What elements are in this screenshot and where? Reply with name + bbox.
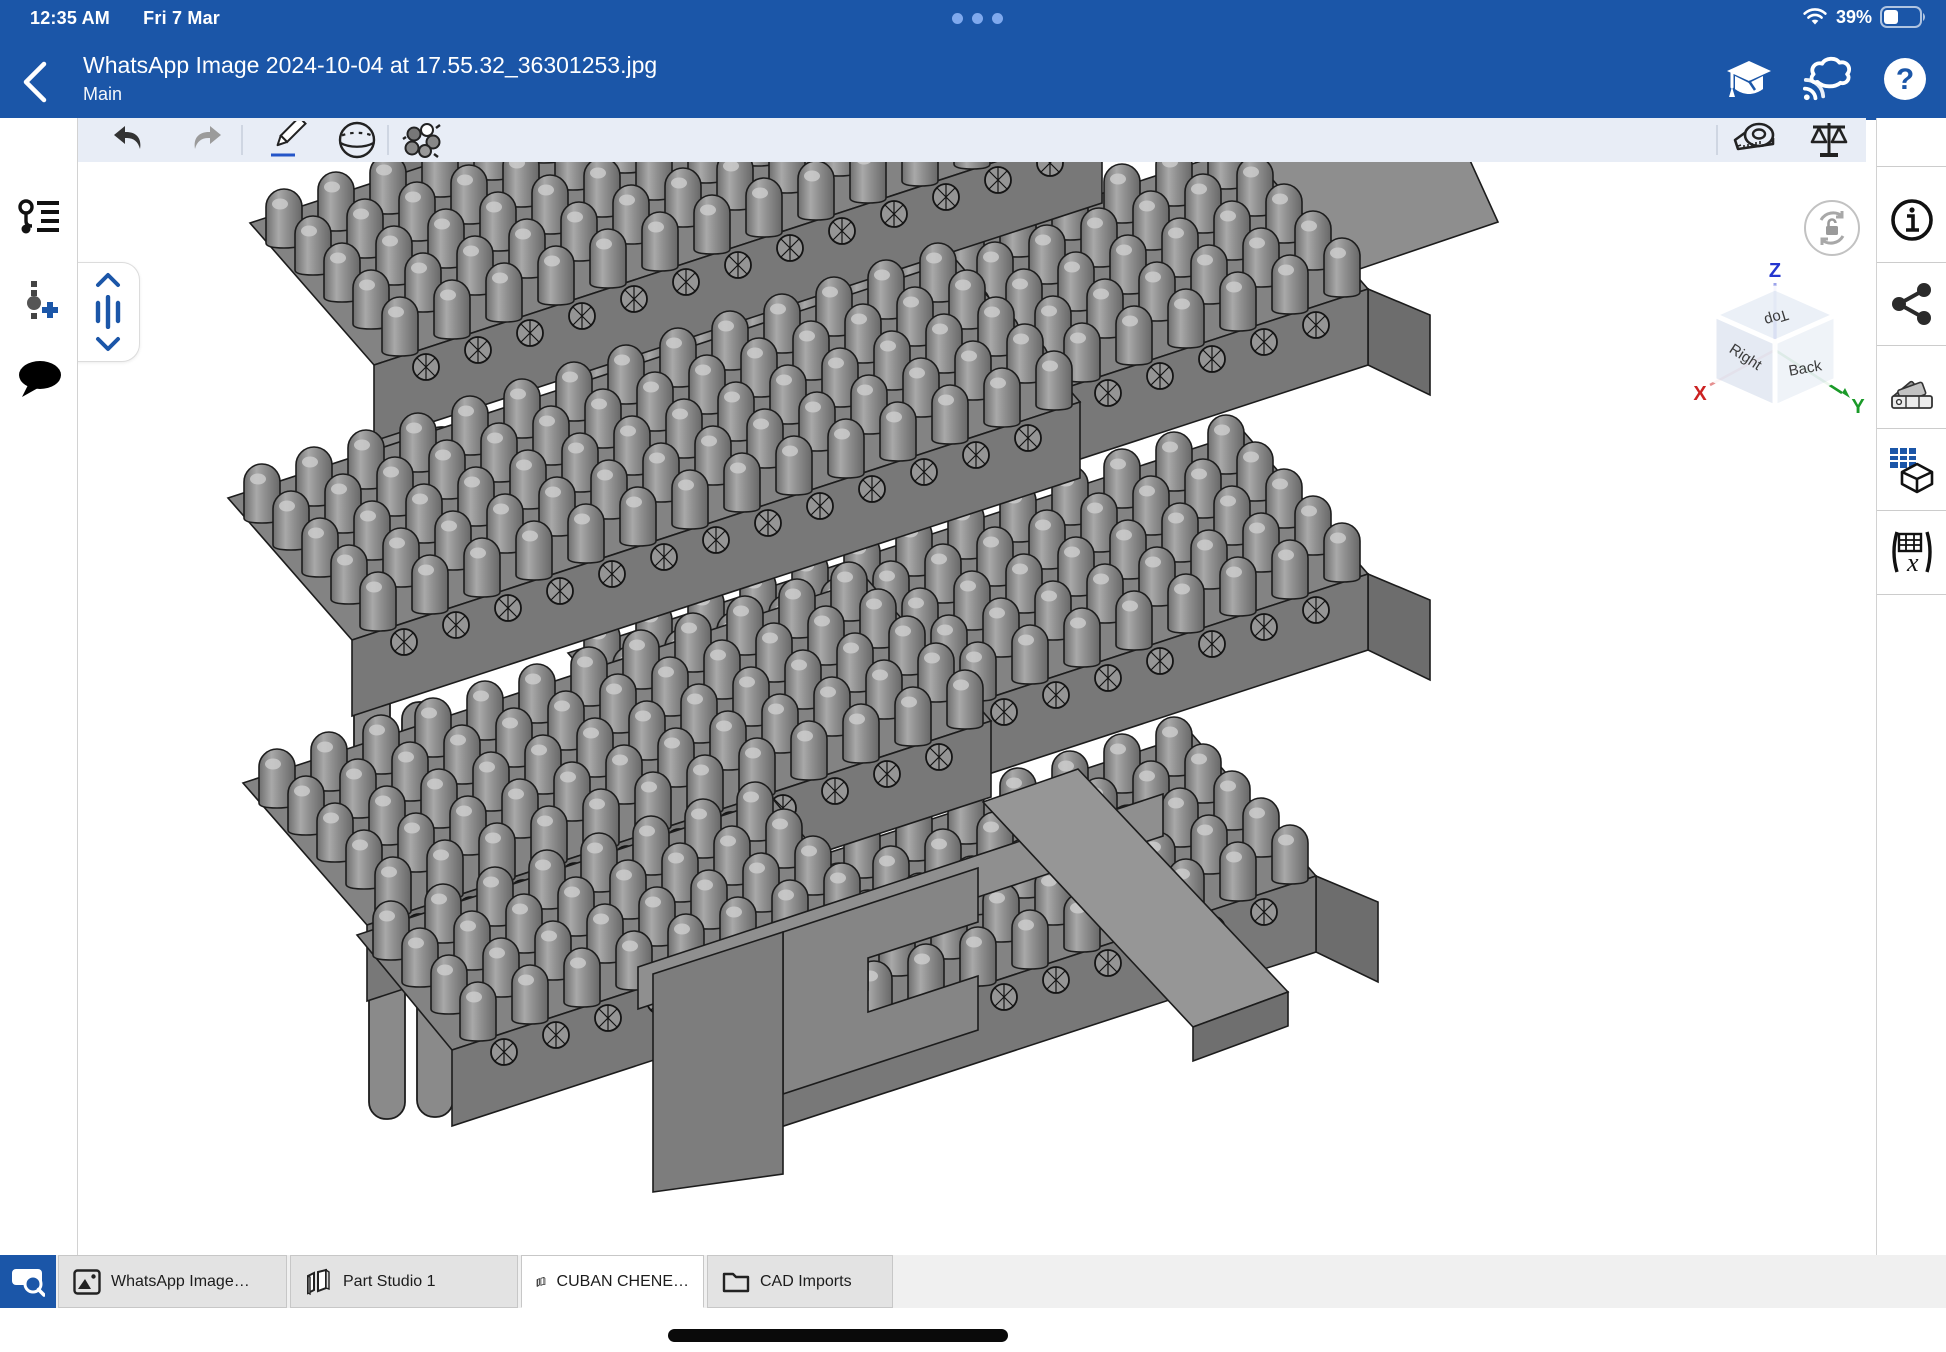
wifi-icon (1802, 7, 1828, 27)
image-icon (73, 1269, 101, 1295)
tab-whatsapp-image[interactable]: WhatsApp Image… (58, 1255, 287, 1308)
sidebar-separator (1877, 594, 1946, 595)
document-tab-bar: WhatsApp Image… Part Studio 1 CUBAN CHEN… (0, 1255, 1946, 1308)
redo-button[interactable] (183, 120, 229, 160)
onshape-app-screen: 12:35 AM Fri 7 Mar 39% (0, 0, 1946, 1352)
battery-percent: 39% (1836, 7, 1872, 28)
toolbar-separator (1716, 125, 1718, 155)
sidebar-separator (1877, 345, 1946, 346)
home-indicator[interactable] (668, 1329, 1008, 1342)
share-icon (1890, 282, 1934, 326)
tab-label: CAD Imports (760, 1273, 852, 1291)
graduation-cap-icon (1725, 57, 1773, 101)
workspace-name: Main (83, 84, 122, 105)
chevron-down-icon[interactable] (95, 335, 121, 353)
redo-icon (188, 124, 224, 156)
info-button[interactable] (1887, 192, 1937, 248)
folder-icon (722, 1270, 750, 1294)
insert-feature-button[interactable] (14, 276, 64, 326)
tab-label: Part Studio 1 (343, 1273, 436, 1291)
tab-cuban-chene-active[interactable]: CUBAN CHENE… (521, 1255, 704, 1308)
document-title: WhatsApp Image 2024-10-04 at 17.55.32_36… (83, 52, 657, 79)
comments-button[interactable] (14, 354, 64, 404)
multitask-dots (952, 13, 1003, 24)
feature-list-button[interactable] (14, 193, 64, 243)
learning-center-button[interactable] (1724, 54, 1774, 104)
tab-label: CUBAN CHENE… (557, 1273, 689, 1291)
dot (952, 13, 963, 24)
status-bar: 12:35 AM Fri 7 Mar 39% (0, 0, 1946, 40)
axis-x-label: X (1693, 383, 1707, 405)
appearance-icon (1888, 366, 1936, 410)
feature-slider-icon (93, 295, 123, 329)
undo-icon (111, 124, 147, 156)
view-cube-body[interactable]: Top Right Back (1714, 288, 1836, 407)
dot (992, 13, 1003, 24)
help-icon: ? (1882, 56, 1928, 102)
tab-cad-imports[interactable]: CAD Imports (707, 1255, 893, 1308)
tape-measure-icon (1733, 120, 1777, 160)
parts-button[interactable] (398, 120, 444, 160)
document-header: WhatsApp Image 2024-10-04 at 17.55.32_36… (0, 40, 1946, 120)
undo-button[interactable] (106, 120, 152, 160)
cloud-sync-icon (1802, 56, 1852, 102)
axis-y-label: Y (1851, 396, 1865, 418)
sidebar-separator (1877, 166, 1946, 167)
insert-feature-icon (18, 280, 60, 322)
configurations-button[interactable] (1887, 442, 1937, 498)
left-sidebar (0, 118, 78, 1255)
view-cube[interactable]: Z X Y Top Right Back (1690, 255, 1876, 430)
search-tabs-button[interactable] (0, 1255, 56, 1308)
svg-text:?: ? (1896, 63, 1914, 96)
chevron-up-icon[interactable] (95, 271, 121, 289)
mass-properties-icon (1808, 120, 1850, 160)
sketch-pencil-icon (269, 121, 309, 159)
feature-list-icon (17, 199, 61, 237)
help-button[interactable]: ? (1880, 54, 1930, 104)
part-studio-icon (536, 1268, 547, 1296)
cloud-sync-button[interactable] (1802, 54, 1852, 104)
comment-icon (16, 359, 62, 399)
sketch-button[interactable] (266, 120, 312, 160)
info-icon (1889, 197, 1935, 243)
status-right: 39% (1802, 6, 1926, 28)
mass-properties-button[interactable] (1806, 120, 1852, 160)
dot (972, 13, 983, 24)
solid-tools-button[interactable] (334, 120, 380, 160)
tab-part-studio-1[interactable]: Part Studio 1 (290, 1255, 518, 1308)
model-viewport[interactable]: Z X Y Top Right Back (78, 162, 1876, 1255)
measure-button[interactable] (1732, 120, 1778, 160)
status-left: 12:35 AM Fri 7 Mar (30, 8, 220, 29)
clock-time: 12:35 AM (30, 8, 110, 28)
modeling-toolbar (78, 118, 1866, 162)
part-studio-icon (305, 1268, 333, 1296)
rotate-lock-icon (1812, 208, 1852, 248)
svg-text:x: x (1906, 548, 1919, 576)
right-sidebar: x (1876, 118, 1946, 1255)
sidebar-separator (1877, 510, 1946, 511)
appearance-button[interactable] (1887, 360, 1937, 416)
axis-z-label: Z (1769, 260, 1781, 282)
chevron-left-icon (18, 58, 52, 106)
sidebar-separator (1877, 428, 1946, 429)
parts-cluster-icon (400, 120, 442, 160)
toolbar-separator (241, 125, 243, 155)
feature-panel-handle[interactable] (78, 262, 140, 362)
variables-button[interactable]: x (1887, 524, 1937, 580)
back-button[interactable] (18, 58, 62, 106)
sidebar-separator (1877, 262, 1946, 263)
tab-label: WhatsApp Image… (111, 1273, 250, 1291)
status-date: Fri 7 Mar (143, 8, 220, 28)
variables-icon: x (1887, 528, 1937, 576)
battery-icon (1880, 6, 1926, 28)
cad-model (78, 162, 1876, 1255)
configurations-icon (1888, 446, 1936, 494)
rotate-lock-button[interactable] (1804, 200, 1860, 256)
share-button[interactable] (1887, 276, 1937, 332)
toolbar-separator (387, 125, 389, 155)
search-tabs-icon (11, 1267, 45, 1297)
sphere-icon (337, 120, 377, 160)
